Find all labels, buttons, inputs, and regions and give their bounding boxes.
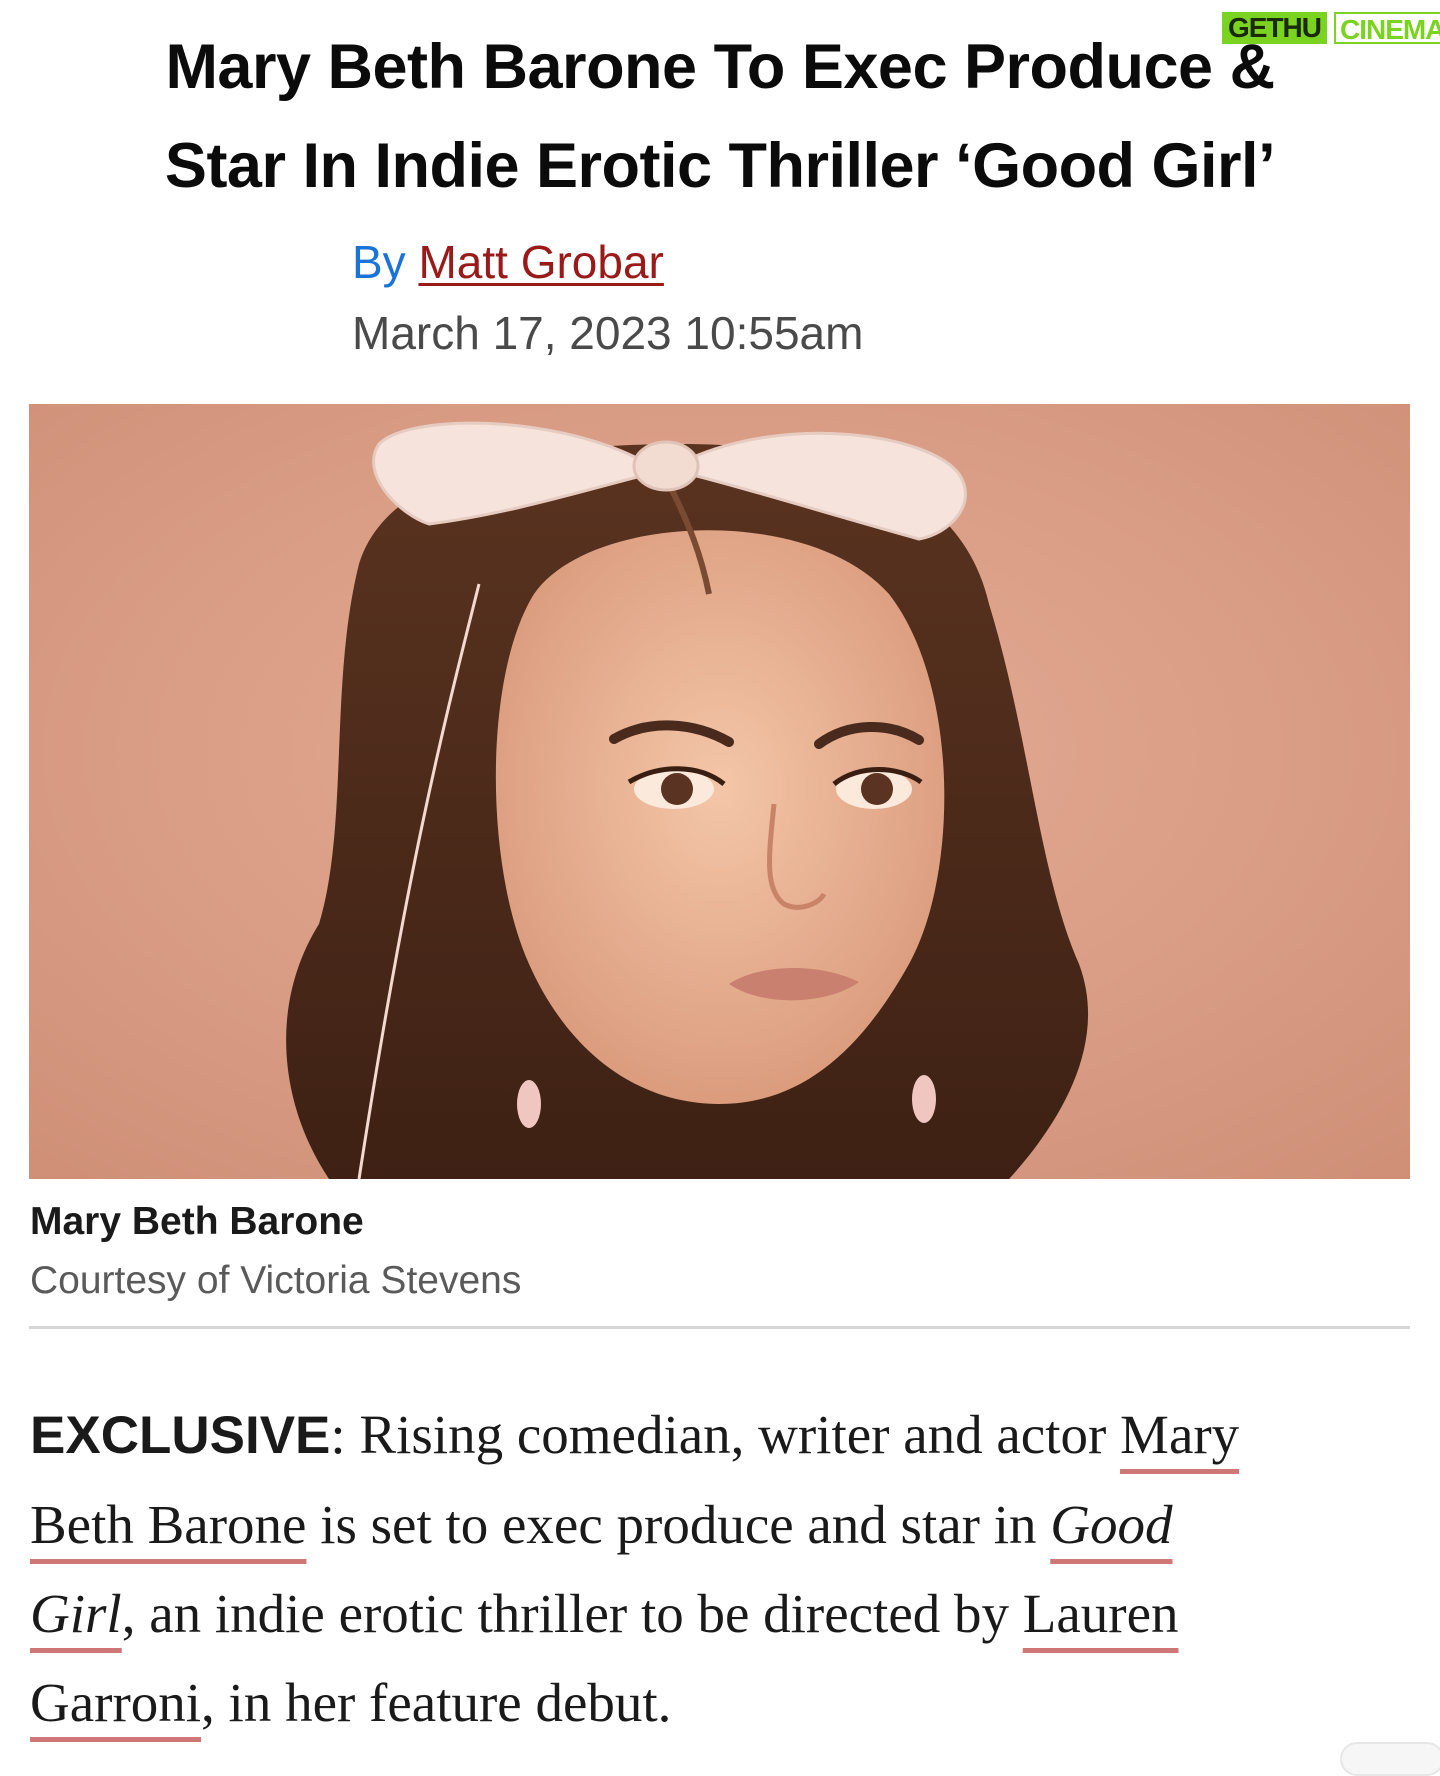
title-good: Good	[1050, 1494, 1173, 1555]
watermark-part-2: CINEMA	[1334, 12, 1440, 45]
exclusive-label: EXCLUSIVE	[30, 1406, 331, 1465]
watermark-logo: GETHU CINEMA	[1222, 6, 1440, 50]
photo-caption-credit: Courtesy of Victoria Stevens	[30, 1259, 522, 1302]
floating-button[interactable]	[1340, 1742, 1440, 1776]
article-body: EXCLUSIVE: Rising comedian, writer and a…	[30, 1390, 1415, 1747]
publish-date: March 17, 2023 10:55am	[352, 307, 864, 359]
person-link-mary-beth-barone-cont[interactable]: Beth Barone	[30, 1494, 306, 1555]
title-link-good-girl-cont[interactable]: Girl	[30, 1583, 122, 1644]
body-text-4: , in her feature debut.	[201, 1672, 672, 1733]
body-line-2: Beth Barone is set to exec produce and s…	[30, 1480, 1415, 1569]
person-link-mary-beth-barone[interactable]: Mary	[1120, 1404, 1239, 1465]
body-text-1: : Rising comedian, writer and actor	[330, 1404, 1121, 1465]
body-text-2: is set to exec produce and star in	[306, 1494, 1051, 1555]
body-line-4: Garroni, in her feature debut.	[30, 1658, 1415, 1747]
caption-divider	[29, 1326, 1410, 1329]
author-link[interactable]: Matt Grobar	[418, 236, 663, 288]
headline-line-2: Star In Indie Erotic Thriller ‘Good Girl…	[164, 131, 1276, 201]
portrait-illustration	[29, 404, 1410, 1179]
article-headline: Mary Beth Barone To Exec Produce & Star …	[30, 18, 1410, 216]
byline: By Matt Grobar	[352, 234, 664, 290]
byline-prefix: By	[352, 236, 406, 288]
headline-line-1: Mary Beth Barone To Exec Produce &	[165, 32, 1275, 102]
title-link-good-girl[interactable]: Good	[1050, 1494, 1172, 1555]
title-girl: Girl	[30, 1583, 122, 1644]
body-line-3: Girl, an indie erotic thriller to be dir…	[30, 1569, 1415, 1658]
body-line-1: EXCLUSIVE: Rising comedian, writer and a…	[30, 1390, 1415, 1480]
body-text-3: , an indie erotic thriller to be directe…	[121, 1583, 1023, 1644]
article-photo	[29, 404, 1410, 1179]
person-link-lauren-garroni-cont[interactable]: Garroni	[30, 1672, 201, 1733]
person-link-lauren-garroni[interactable]: Lauren	[1023, 1583, 1179, 1644]
watermark-part-1: GETHU	[1222, 12, 1327, 44]
photo-caption-name: Mary Beth Barone	[30, 1200, 364, 1243]
